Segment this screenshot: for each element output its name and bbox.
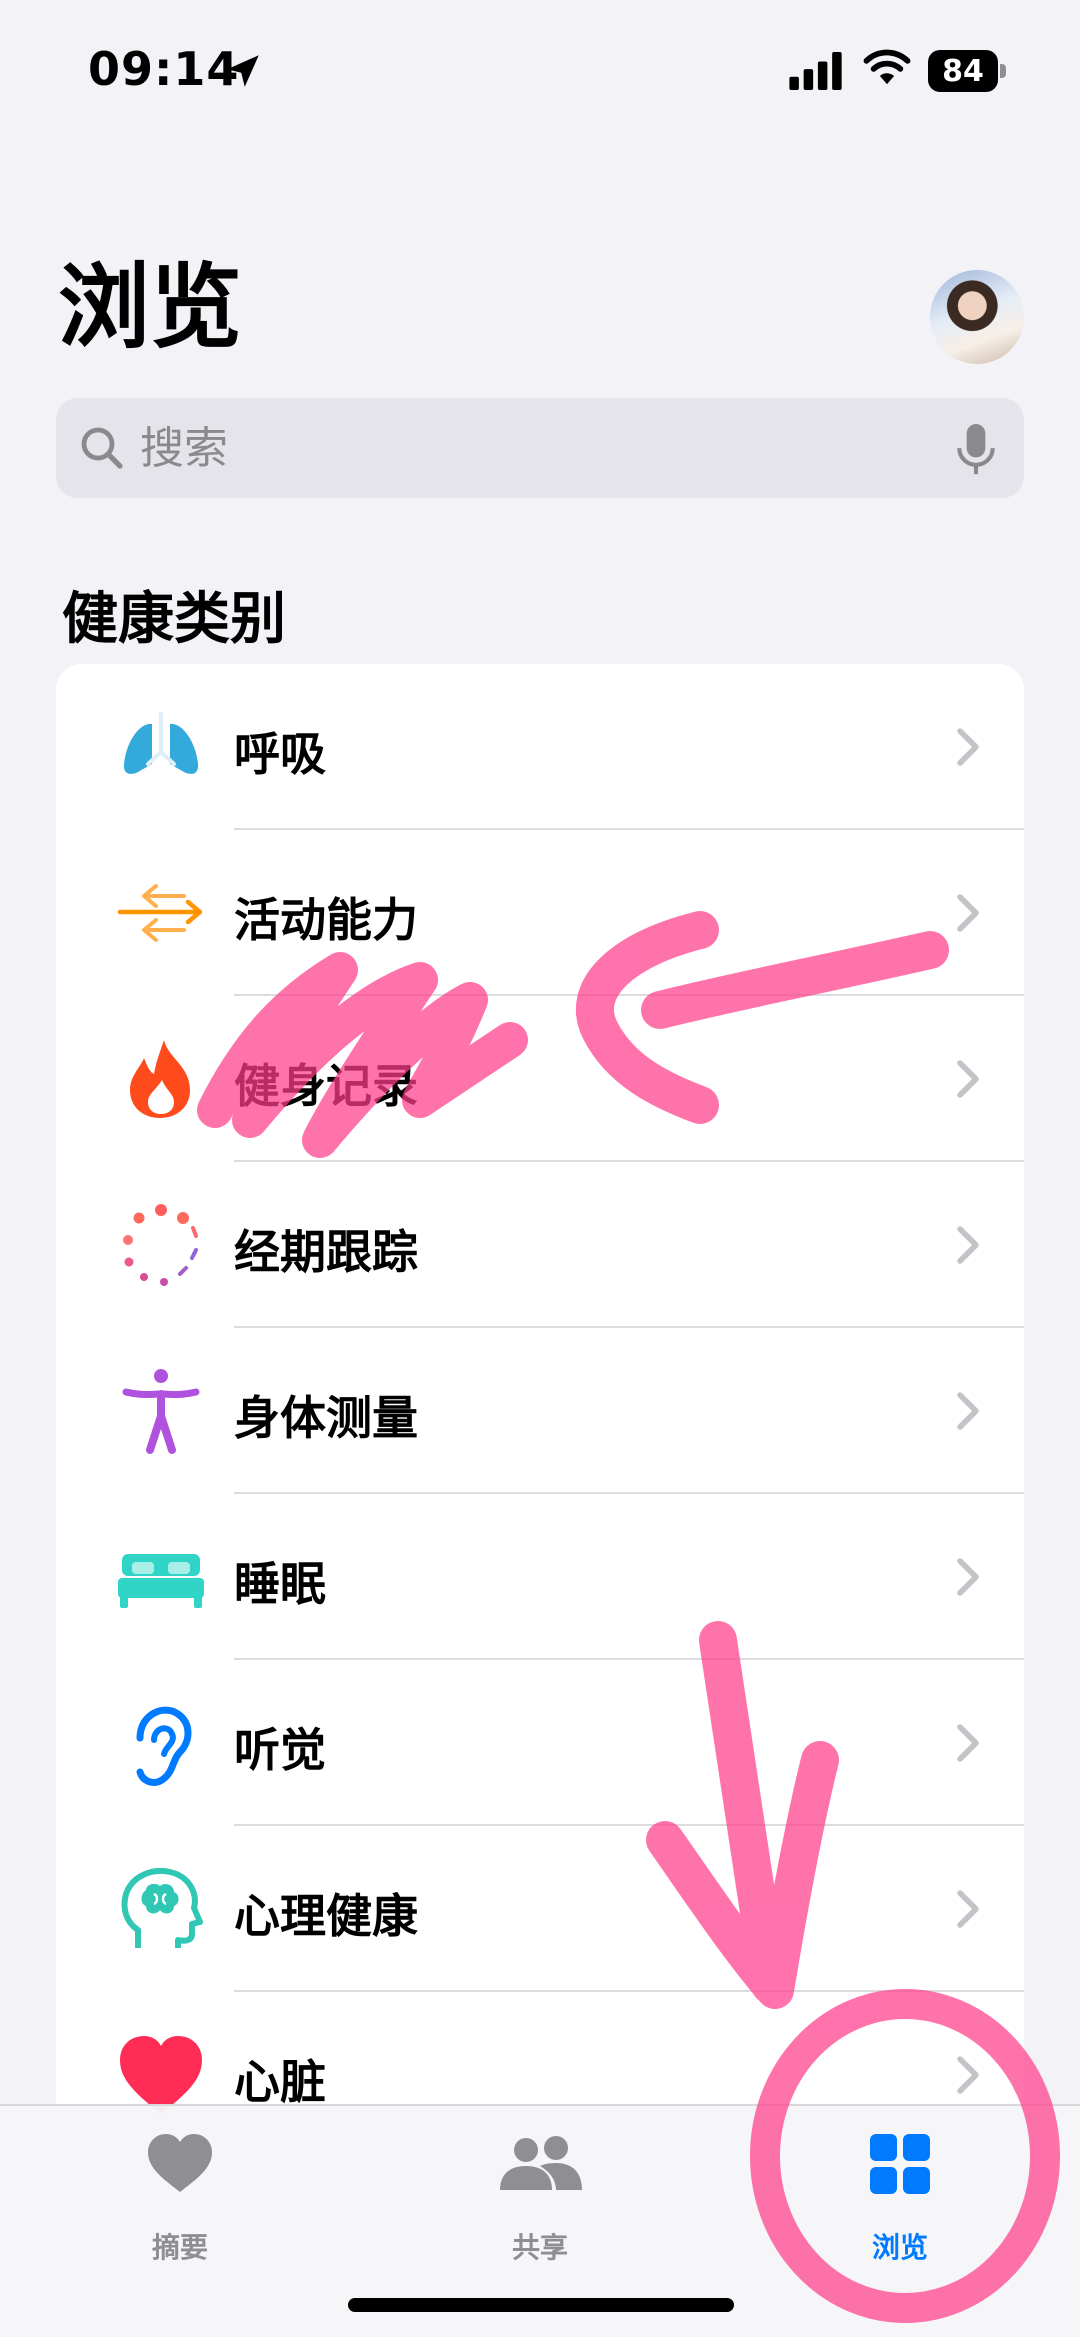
cellular-signal-icon [789, 52, 842, 90]
location-arrow-icon [227, 55, 259, 87]
chevron-right-icon [957, 1558, 979, 1596]
battery-level: 84 [928, 50, 998, 92]
dotted-circle-icon [123, 1204, 198, 1286]
category-label: 听觉 [234, 1723, 326, 1777]
tab-sharing[interactable]: 共享 [440, 2126, 640, 2264]
lungs-icon [123, 712, 199, 774]
profile-avatar[interactable] [930, 270, 1024, 364]
home-indicator[interactable] [348, 2298, 734, 2312]
category-label: 心理健康 [234, 1889, 418, 1943]
category-row-respiratory[interactable]: 呼吸 [56, 664, 1024, 830]
head-brain-icon [121, 1868, 203, 1948]
figure-icon [122, 1369, 200, 1454]
microphone-icon[interactable] [956, 424, 996, 476]
grid-icon [870, 2134, 930, 2194]
category-label: 心脏 [234, 2055, 326, 2109]
category-row-mental-wellbeing[interactable]: 心理健康 [56, 1826, 1024, 1992]
chevron-right-icon [957, 1060, 979, 1098]
tab-summary[interactable]: 摘要 [80, 2126, 280, 2264]
category-label: 健身记录 [234, 1059, 418, 1113]
chevron-right-icon [957, 1724, 979, 1762]
category-row-hearing[interactable]: 听觉 [56, 1660, 1024, 1826]
category-label: 呼吸 [234, 727, 326, 781]
category-row-fitness[interactable]: 健身记录 [56, 996, 1024, 1162]
category-row-sleep[interactable]: 睡眠 [56, 1494, 1024, 1660]
search-input[interactable] [140, 398, 920, 498]
category-row-cycle-tracking[interactable]: 经期跟踪 [56, 1162, 1024, 1328]
chevron-right-icon [957, 894, 979, 932]
category-label: 活动能力 [234, 893, 418, 947]
section-title: 健康类别 [62, 587, 286, 652]
page-title: 浏览 [58, 254, 243, 361]
chevron-right-icon [957, 2056, 979, 2094]
chevron-right-icon [957, 1226, 979, 1264]
category-label: 睡眠 [234, 1557, 326, 1611]
people-icon [500, 2136, 582, 2190]
tab-label: 共享 [511, 2231, 568, 2264]
flame-icon [130, 1040, 190, 1118]
search-icon [81, 427, 123, 469]
heart-icon [148, 2134, 212, 2192]
tab-browse[interactable]: 浏览 [800, 2126, 1000, 2264]
chevron-right-icon [957, 1392, 979, 1430]
status-time: 09:14 [88, 42, 240, 96]
category-label: 经期跟踪 [234, 1225, 418, 1279]
tab-label: 摘要 [151, 2231, 208, 2264]
chevron-right-icon [957, 1890, 979, 1928]
wifi-icon [863, 49, 911, 85]
tab-label: 浏览 [871, 2231, 928, 2264]
category-row-body-measurements[interactable]: 身体测量 [56, 1328, 1024, 1494]
chevron-right-icon [957, 728, 979, 766]
battery-icon: 84 [928, 50, 1006, 92]
search-bar[interactable] [56, 398, 1024, 498]
categories-list: 呼吸 活动能力 健身记录 经期跟踪 身体测量 睡眠 听觉 心理健康 心脏 [56, 664, 1024, 2124]
category-row-mobility[interactable]: 活动能力 [56, 830, 1024, 996]
bed-icon [118, 1554, 204, 1608]
ear-icon [136, 1706, 192, 1786]
arrows-left-right-icon [117, 884, 203, 942]
status-bar: 09:14 84 [0, 0, 1080, 140]
category-label: 身体测量 [234, 1391, 418, 1445]
